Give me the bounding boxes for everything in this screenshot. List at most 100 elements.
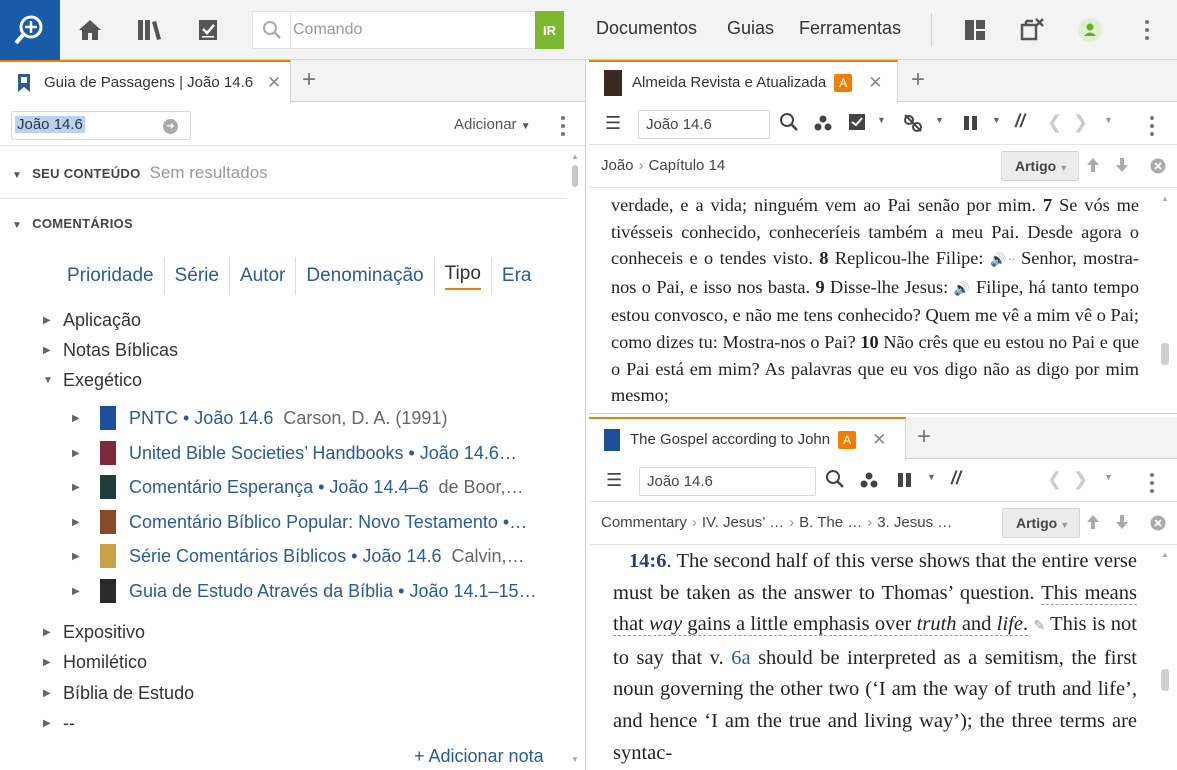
category-notas-biblicas[interactable]: ▶ Notas Bíblicas bbox=[43, 340, 178, 361]
new-tab-icon[interactable]: + bbox=[302, 68, 316, 92]
user-status-icon[interactable] bbox=[1074, 14, 1106, 46]
chevron-down-icon[interactable]: ▼ bbox=[1104, 115, 1113, 125]
panel-menu-icon[interactable] bbox=[1150, 116, 1154, 140]
book-row[interactable]: ▶ United Bible Societies’ Handbooks • Jo… bbox=[72, 441, 552, 465]
category-aplicacao[interactable]: ▶ Aplicação bbox=[43, 310, 141, 331]
book-row[interactable]: ▶ Comentário Bíblico Popular: Novo Testa… bbox=[72, 510, 552, 534]
crumb-chapter[interactable]: Capítulo 14 bbox=[649, 157, 726, 174]
audio-badge[interactable]: A bbox=[834, 73, 853, 92]
arrow-down-icon[interactable] bbox=[1115, 156, 1129, 179]
section-commentaries[interactable]: ▼ COMENTÁRIOS bbox=[12, 216, 133, 231]
book-title[interactable]: Comentário Esperança • João 14.4–6 bbox=[129, 477, 429, 498]
parallel-icon[interactable]: // bbox=[951, 468, 961, 489]
note-pencil-icon[interactable]: ✎ bbox=[1033, 619, 1045, 634]
columns-icon[interactable] bbox=[962, 113, 980, 138]
add-note-link[interactable]: + Adicionar nota bbox=[414, 746, 544, 767]
parallel-icon[interactable]: // bbox=[1015, 111, 1025, 132]
speaker-icon[interactable]: 🔊 bbox=[954, 281, 971, 296]
panel-menu-icon[interactable] bbox=[1150, 473, 1154, 497]
forward-icon[interactable]: ❯ bbox=[1073, 469, 1088, 490]
chevron-down-icon[interactable]: ▼ bbox=[935, 115, 944, 125]
chevron-down-icon[interactable]: ▼ bbox=[877, 115, 886, 125]
category-other[interactable]: ▶ -- bbox=[43, 713, 75, 734]
close-tab-icon[interactable]: ✕ bbox=[868, 73, 882, 93]
new-tab-icon[interactable]: + bbox=[917, 425, 931, 449]
tab-passage-guide[interactable]: Guia de Passagens | João 14.6 ✕ bbox=[0, 60, 291, 103]
filter-era[interactable]: Era bbox=[492, 257, 542, 295]
verse-number[interactable]: 10 bbox=[860, 332, 878, 352]
layout-icon[interactable] bbox=[959, 14, 991, 46]
audio-badge[interactable]: A bbox=[838, 430, 857, 449]
filter-tipo[interactable]: Tipo bbox=[435, 257, 492, 295]
bible-scrollbar[interactable]: ▲ bbox=[1161, 194, 1169, 408]
verse-reference[interactable]: 14:6 bbox=[629, 550, 667, 572]
book-row[interactable]: ▶ PNTC • João 14.6 Carson, D. A. (1991) bbox=[72, 406, 552, 430]
filter-denominacao[interactable]: Denominação bbox=[296, 257, 435, 295]
left-scrollbar[interactable]: ▲ ▼ bbox=[571, 152, 579, 764]
verse-number[interactable]: 8 bbox=[819, 248, 828, 268]
crumb-book[interactable]: João bbox=[601, 157, 634, 174]
close-circle-icon[interactable] bbox=[1150, 158, 1166, 179]
category-biblia-de-estudo[interactable]: ▶ Bíblia de Estudo bbox=[43, 683, 194, 704]
reading-plan-icon[interactable] bbox=[847, 112, 867, 137]
arrow-down-icon[interactable] bbox=[1115, 513, 1129, 536]
more-icon[interactable] bbox=[1145, 20, 1149, 44]
close-tab-icon[interactable]: ✕ bbox=[267, 73, 281, 93]
reference-input[interactable]: João 14.6 bbox=[639, 467, 816, 496]
chevron-down-icon[interactable]: ▼ bbox=[992, 115, 1001, 125]
book-title[interactable]: Série Comentários Bíblicos • João 14.6 bbox=[129, 546, 441, 567]
go-arrow-icon[interactable]: ➜ bbox=[163, 119, 178, 134]
logos-logo[interactable] bbox=[0, 0, 60, 60]
visual-filter-icon[interactable] bbox=[859, 470, 879, 495]
link-off-icon[interactable] bbox=[902, 112, 924, 139]
crumb-item[interactable]: B. The … bbox=[799, 514, 862, 531]
category-homiletico[interactable]: ▶ Homilético bbox=[43, 652, 147, 673]
book-title[interactable]: PNTC • João 14.6 bbox=[129, 408, 273, 429]
chevron-down-icon[interactable]: ▼ bbox=[927, 472, 936, 482]
category-expositivo[interactable]: ▶ Expositivo bbox=[43, 622, 145, 643]
filter-prioridade[interactable]: Prioridade bbox=[57, 257, 165, 295]
visual-filter-icon[interactable] bbox=[813, 113, 833, 138]
columns-icon[interactable] bbox=[896, 470, 914, 495]
book-row[interactable]: ▶ Guia de Estudo Através da Bíblia • Joã… bbox=[72, 579, 552, 603]
verse-link[interactable]: 6a bbox=[731, 647, 750, 669]
home-icon[interactable] bbox=[74, 14, 106, 46]
search-icon[interactable] bbox=[253, 12, 291, 48]
tab-commentary[interactable]: The Gospel according to John A ✕ bbox=[589, 417, 906, 460]
reference-input[interactable]: João 14.6 ➜ bbox=[11, 111, 191, 140]
arrow-up-icon[interactable] bbox=[1086, 156, 1100, 179]
back-icon[interactable]: ❮ bbox=[1047, 469, 1062, 490]
menu-guias[interactable]: Guias bbox=[727, 18, 774, 39]
crumb-item[interactable]: Commentary bbox=[601, 514, 687, 531]
menu-documentos[interactable]: Documentos bbox=[596, 18, 697, 39]
commentary-scrollbar[interactable]: ▲ bbox=[1161, 550, 1169, 766]
filter-autor[interactable]: Autor bbox=[230, 257, 297, 295]
menu-icon[interactable]: ☰ bbox=[606, 470, 622, 491]
go-button[interactable]: IR bbox=[535, 11, 564, 49]
reference-input[interactable]: João 14.6 bbox=[638, 110, 770, 139]
verse-number[interactable]: 9 bbox=[815, 277, 824, 297]
library-icon[interactable] bbox=[134, 14, 166, 46]
forward-icon[interactable]: ❯ bbox=[1073, 112, 1088, 133]
arrow-up-icon[interactable] bbox=[1086, 513, 1100, 536]
view-dropdown[interactable]: Artigo ▼ bbox=[1002, 508, 1080, 538]
filter-serie[interactable]: Série bbox=[165, 257, 230, 295]
view-dropdown[interactable]: Artigo ▼ bbox=[1001, 151, 1079, 181]
close-tab-icon[interactable]: ✕ bbox=[872, 430, 886, 450]
book-row[interactable]: ▶ Comentário Esperança • João 14.4–6 de … bbox=[72, 475, 552, 499]
checklist-icon[interactable] bbox=[192, 14, 224, 46]
close-circle-icon[interactable] bbox=[1150, 515, 1166, 536]
book-title[interactable]: United Bible Societies’ Handbooks • João… bbox=[129, 443, 517, 464]
section-your-content[interactable]: ▼ SEU CONTEÚDO Sem resultados bbox=[12, 163, 268, 183]
tab-bible[interactable]: Almeida Revista e Atualizada A ✕ bbox=[589, 60, 898, 103]
book-title[interactable]: Comentário Bíblico Popular: Novo Testame… bbox=[129, 512, 527, 533]
speaker-icon[interactable]: 🔊ᐧᐧ bbox=[990, 252, 1015, 267]
search-icon[interactable] bbox=[825, 469, 845, 494]
command-input[interactable] bbox=[293, 12, 523, 48]
panel-menu-icon[interactable] bbox=[561, 116, 565, 140]
verse-number[interactable]: 7 bbox=[1043, 195, 1052, 215]
close-panels-icon[interactable] bbox=[1016, 14, 1048, 46]
crumb-item[interactable]: IV. Jesus’ … bbox=[702, 514, 784, 531]
book-title[interactable]: Guia de Estudo Através da Bíblia • João … bbox=[129, 581, 537, 602]
menu-icon[interactable]: ☰ bbox=[605, 113, 621, 134]
